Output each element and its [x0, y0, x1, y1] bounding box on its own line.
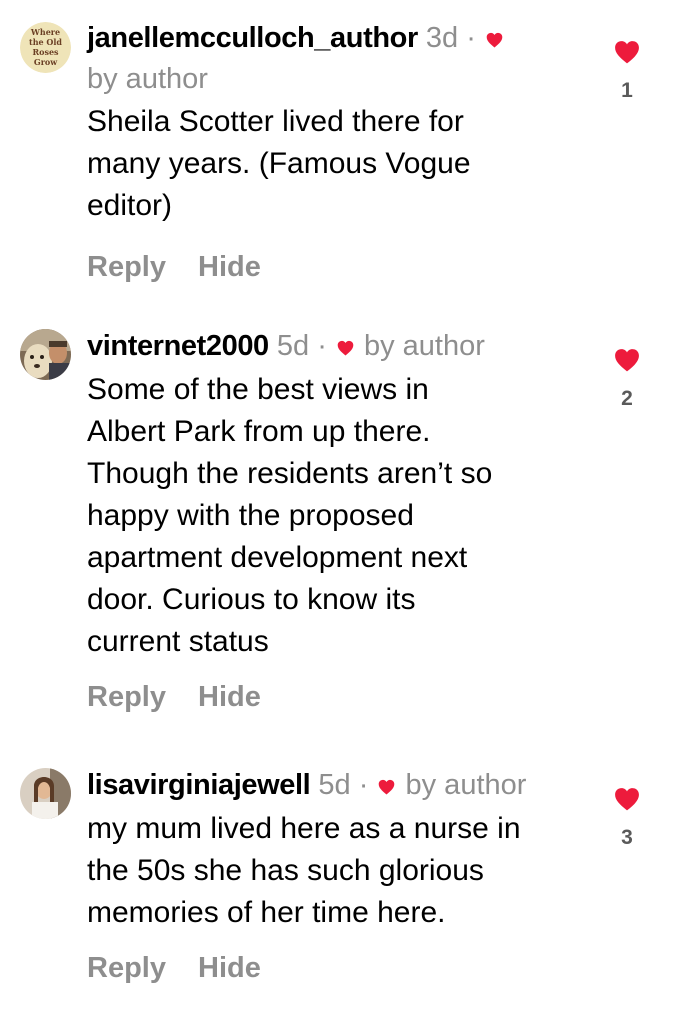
comment-text: my mum lived here as a nurse in the 50s …: [87, 808, 587, 934]
avatar-logo-text: Where: [30, 27, 60, 37]
avatar[interactable]: [20, 768, 71, 819]
separator: ·: [358, 769, 369, 801]
author-liked-heart-icon: [486, 19, 503, 59]
hide-button[interactable]: Hide: [198, 677, 261, 717]
username[interactable]: lisavirginiajewell: [87, 769, 311, 801]
comment-meta: vinternet2000 5d · by author: [87, 326, 587, 367]
separator: ·: [466, 22, 476, 54]
like-control: 3: [612, 787, 642, 850]
heart-icon[interactable]: [614, 348, 640, 372]
comment-body: janellemcculloch_author 3d · by author S…: [87, 18, 587, 287]
username[interactable]: vinternet2000: [87, 330, 269, 362]
comment-meta: janellemcculloch_author 3d · by author: [87, 18, 587, 99]
avatar[interactable]: Where the Old Roses Grow: [20, 22, 71, 73]
timestamp: 3d: [425, 22, 459, 54]
comment-actions: Reply Hide: [87, 247, 587, 287]
timestamp: 5d: [318, 769, 351, 801]
heart-icon[interactable]: [614, 787, 640, 811]
like-count: 2: [621, 387, 633, 410]
comment-actions: Reply Hide: [87, 948, 587, 988]
comment-body: lisavirginiajewell 5d · by author my mum…: [87, 765, 587, 988]
comment-text-line: happy with the proposed: [87, 499, 414, 532]
reply-button[interactable]: Reply: [87, 948, 166, 988]
comment-meta: lisavirginiajewell 5d · by author: [87, 765, 587, 806]
like-control: 1: [612, 40, 642, 103]
username[interactable]: janellemcculloch_author: [87, 22, 418, 54]
byline: by author: [363, 330, 485, 362]
comment-text-line: Some of the best views in: [87, 373, 429, 406]
comment-body: vinternet2000 5d · by author Some of the…: [87, 326, 587, 717]
comment-text-line: door. Curious to know its: [87, 583, 416, 616]
like-count: 3: [621, 826, 633, 849]
comment-text-line: Though the residents aren’t so: [87, 457, 493, 490]
comment-text-line: Albert Park from up there.: [87, 415, 431, 448]
like-control: 2: [612, 348, 642, 411]
avatar[interactable]: [20, 329, 71, 380]
reply-button[interactable]: Reply: [87, 677, 166, 717]
comment-text-line: memories of her time here.: [87, 896, 446, 929]
timestamp: 5d: [276, 330, 310, 362]
comment-text: Some of the best views in Albert Park fr…: [87, 369, 587, 663]
like-count: 1: [621, 79, 633, 102]
byline: by author: [87, 63, 208, 95]
comment-text-line: my mum lived here as a nurse in: [87, 812, 521, 845]
comment-text-line: editor): [87, 189, 173, 222]
comment-text-line: many years. (Famous Vogue: [87, 147, 471, 180]
heart-icon[interactable]: [614, 40, 640, 64]
comment-text: Sheila Scotter lived there for many year…: [87, 101, 587, 227]
byline: by author: [405, 769, 527, 801]
author-liked-heart-icon: [378, 766, 395, 806]
hide-button[interactable]: Hide: [198, 948, 261, 988]
author-liked-heart-icon: [337, 327, 354, 367]
comment-text-line: current status: [87, 625, 269, 658]
comment-actions: Reply Hide: [87, 677, 587, 717]
comment-text-line: Sheila Scotter lived there for: [87, 105, 464, 138]
comment-text-line: apartment development next: [87, 541, 468, 574]
reply-button[interactable]: Reply: [87, 247, 166, 287]
hide-button[interactable]: Hide: [198, 247, 261, 287]
avatar-logo-text: Grow: [34, 57, 58, 67]
comment-text-line: the 50s she has such glorious: [87, 854, 484, 887]
separator: ·: [317, 330, 327, 362]
avatar-logo-text: the Old: [29, 37, 62, 47]
avatar-logo-text: Roses: [32, 47, 59, 57]
